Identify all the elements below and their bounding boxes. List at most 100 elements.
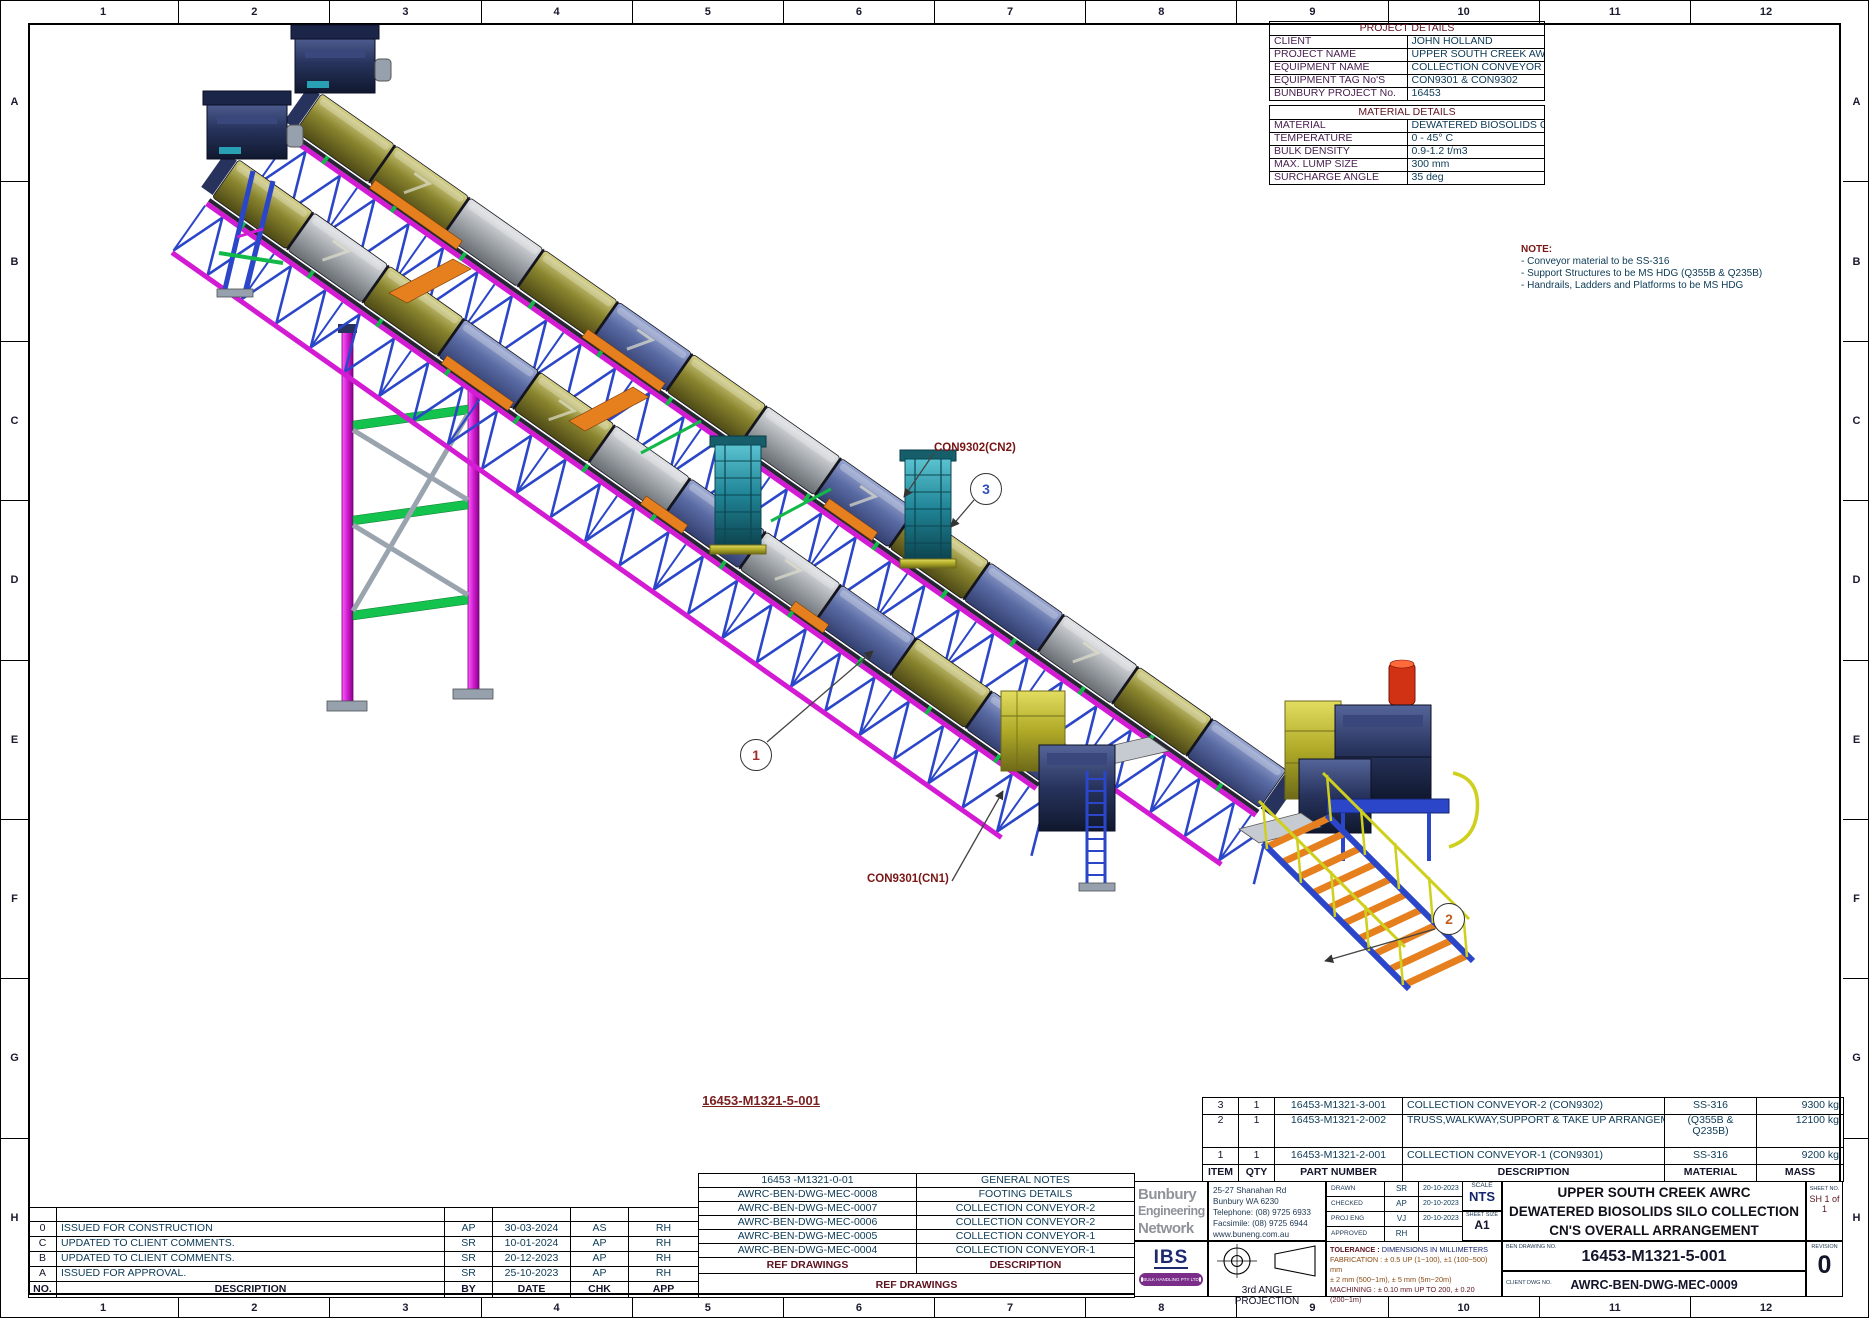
balloon-3: 3: [970, 473, 1002, 505]
approval-init: AP: [1385, 1197, 1419, 1212]
rev-date: 30-03-2024: [493, 1222, 571, 1237]
ref-footer-row: REF DRAWINGS: [699, 1274, 1135, 1298]
ref-number: AWRC-BEN-DWG-MEC-0004: [699, 1244, 917, 1258]
bom-header-item: ITEM: [1203, 1165, 1239, 1182]
ref-desc: COLLECTION CONVEYOR-2: [917, 1202, 1135, 1216]
view-title: 16453-M1321-5-001: [641, 1093, 881, 1108]
ref-number: AWRC-BEN-DWG-MEC-0008: [699, 1188, 917, 1202]
md-value: 0 - 45° C: [1407, 133, 1545, 146]
md-value: 35 deg: [1407, 172, 1545, 185]
rev-app: RH: [629, 1267, 699, 1282]
ref-header-row: REF DRAWINGSDESCRIPTION: [699, 1258, 1135, 1274]
ref-desc: COLLECTION CONVEYOR-1: [917, 1230, 1135, 1244]
ref-number: AWRC-BEN-DWG-MEC-0007: [699, 1202, 917, 1216]
md-value: DEWATERED BIOSOLIDS CAKE: [1407, 120, 1545, 133]
ref-drawings-table: 16453 -M1321-0-01GENERAL NOTES AWRC-BEN-…: [698, 1173, 1134, 1298]
rev-desc: ISSUED FOR CONSTRUCTION: [57, 1222, 445, 1237]
rev-chk: AP: [571, 1267, 629, 1282]
bom-cell-mass: 12100 kg: [1757, 1115, 1844, 1148]
rev-header-date: DATE: [493, 1282, 571, 1298]
rev-desc: UPDATED TO CLIENT COMMENTS.: [57, 1252, 445, 1267]
revision-table: 0 ISSUED FOR CONSTRUCTION AP 30-03-2024 …: [28, 1207, 698, 1298]
revision-header-row: NO. DESCRIPTION BY DATE CHK APP: [29, 1282, 699, 1298]
rev-by: SR: [445, 1252, 493, 1267]
pd-label: CLIENT: [1270, 36, 1408, 49]
approval-init: SR: [1385, 1182, 1419, 1197]
rev-app: RH: [629, 1252, 699, 1267]
rev-desc: ISSUED FOR APPROVAL.: [57, 1267, 445, 1282]
rev-chk: AP: [571, 1237, 629, 1252]
bom-cell-material: SS-316: [1665, 1148, 1757, 1165]
pd-label: PROJECT NAME: [1270, 49, 1408, 62]
md-value: 0.9-1.2 t/m3: [1407, 146, 1545, 159]
revision-empty-row: [29, 1208, 699, 1222]
head-drive-cn2: [291, 25, 391, 93]
ref-row: AWRC-BEN-DWG-MEC-0004COLLECTION CONVEYOR…: [699, 1244, 1135, 1258]
balloon-3-number: 3: [982, 481, 990, 497]
ref-row: AWRC-BEN-DWG-MEC-0008FOOTING DETAILS: [699, 1188, 1135, 1202]
note-block: NOTE: - Conveyor material to be SS-316 -…: [1521, 244, 1851, 292]
pd-value: 16453: [1407, 88, 1545, 101]
ref-row: AWRC-BEN-DWG-MEC-0005COLLECTION CONVEYOR…: [699, 1230, 1135, 1244]
material-details-title: MATERIAL DETAILS: [1270, 106, 1545, 120]
bom-header-mass: MASS: [1757, 1165, 1844, 1182]
project-details-title: PROJECT DETAILS: [1270, 22, 1545, 36]
material-details-table: MATERIAL DETAILS MATERIALDEWATERED BIOSO…: [1269, 105, 1545, 185]
rev-header-by: BY: [445, 1282, 493, 1298]
bom-cell-mass: 9200 kg: [1757, 1148, 1844, 1165]
approval-date: 20-10-2023: [1419, 1212, 1463, 1227]
balloon-1-number: 1: [752, 747, 760, 763]
approval-row: DRAWNSR20-10-2023: [1327, 1182, 1463, 1197]
bom-row: 1 1 16453-M1321-2-001 COLLECTION CONVEYO…: [1203, 1148, 1844, 1165]
rev-date: 10-01-2024: [493, 1237, 571, 1252]
ref-desc: GENERAL NOTES: [917, 1174, 1135, 1188]
balloon-2: 2: [1433, 903, 1465, 935]
bom-header-row: ITEM QTY PART NUMBER DESCRIPTION MATERIA…: [1203, 1165, 1844, 1182]
rev-header-chk: CHK: [571, 1282, 629, 1298]
ref-row: AWRC-BEN-DWG-MEC-0007COLLECTION CONVEYOR…: [699, 1202, 1135, 1216]
ref-number: AWRC-BEN-DWG-MEC-0006: [699, 1216, 917, 1230]
bom-cell-qty: 1: [1239, 1098, 1275, 1115]
bom-cell-material: SS-316: [1665, 1098, 1757, 1115]
note-heading: NOTE:: [1521, 244, 1851, 256]
approval-role: PROJ ENG: [1327, 1212, 1385, 1227]
approval-init: RH: [1385, 1227, 1419, 1242]
callout-con9302: CON9302(CN2): [934, 442, 1016, 454]
ref-desc: FOOTING DETAILS: [917, 1188, 1135, 1202]
rev-header-app: APP: [629, 1282, 699, 1298]
pd-value: COLLECTION CONVEYOR 1 & 2: [1407, 62, 1545, 75]
bom-cell-item: 2: [1203, 1115, 1239, 1148]
note-line: - Conveyor material to be SS-316: [1521, 256, 1851, 268]
pd-label: BUNBURY PROJECT No.: [1270, 88, 1408, 101]
ref-row: 16453 -M1321-0-01GENERAL NOTES: [699, 1174, 1135, 1188]
bom-cell-mass: 9300 kg: [1757, 1098, 1844, 1115]
md-label: TEMPERATURE: [1270, 133, 1408, 146]
rev-chk: AS: [571, 1222, 629, 1237]
bom-cell-qty: 1: [1239, 1115, 1275, 1148]
ref-header-number: REF DRAWINGS: [699, 1258, 917, 1274]
approval-role: APPROVED: [1327, 1227, 1385, 1242]
approval-row: APPROVEDRH: [1327, 1227, 1463, 1242]
rev-by: SR: [445, 1237, 493, 1252]
take-up-tower-2: [900, 450, 956, 568]
rev-app: RH: [629, 1222, 699, 1237]
ref-number: 16453 -M1321-0-01: [699, 1174, 917, 1188]
approval-init: VJ: [1385, 1212, 1419, 1227]
bom-cell-desc: COLLECTION CONVEYOR-1 (CON9301): [1403, 1148, 1665, 1165]
pd-value: CON9301 & CON9302: [1407, 75, 1545, 88]
ref-row: AWRC-BEN-DWG-MEC-0006COLLECTION CONVEYOR…: [699, 1216, 1135, 1230]
bom-cell-item: 3: [1203, 1098, 1239, 1115]
md-label: MATERIAL: [1270, 120, 1408, 133]
rev-header-no: NO.: [29, 1282, 57, 1298]
approval-date: 20-10-2023: [1419, 1182, 1463, 1197]
bom-header-part: PART NUMBER: [1275, 1165, 1403, 1182]
approval-role: CHECKED: [1327, 1197, 1385, 1212]
project-details-table: PROJECT DETAILS CLIENTJOHN HOLLAND PROJE…: [1269, 21, 1545, 101]
bom-cell-part: 16453-M1321-2-002: [1275, 1115, 1403, 1148]
revision-row: B UPDATED TO CLIENT COMMENTS. SR 20-12-2…: [29, 1252, 699, 1267]
drawing-sheet: 123456789101112 123456789101112 ABCDEFGH…: [0, 0, 1869, 1318]
revision-row: 0 ISSUED FOR CONSTRUCTION AP 30-03-2024 …: [29, 1222, 699, 1237]
rev-chk: AP: [571, 1252, 629, 1267]
rev-date: 25-10-2023: [493, 1267, 571, 1282]
ref-number: AWRC-BEN-DWG-MEC-0005: [699, 1230, 917, 1244]
